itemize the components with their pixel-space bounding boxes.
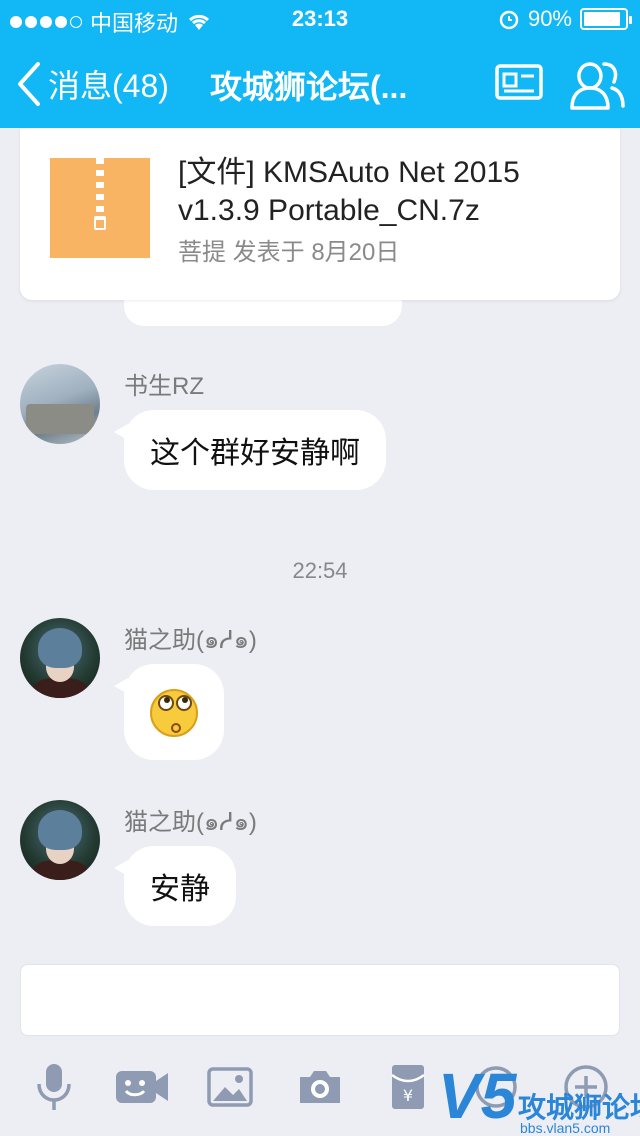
watermark-url: bbs.vlan5.com — [520, 1120, 611, 1136]
back-label: 消息(48) — [48, 68, 169, 104]
group-members-button[interactable] — [568, 56, 626, 117]
battery-icon — [580, 8, 632, 30]
chat-area[interactable]: [文件] KMSAuto Net 2015 v1.3.9 Portable_CN… — [0, 128, 640, 958]
avatar[interactable] — [20, 364, 100, 444]
status-right: 90% — [498, 6, 632, 32]
sender-name: 书生RZ — [124, 373, 204, 400]
group-members-icon — [570, 62, 625, 110]
chat-title: 攻城狮论坛(... — [210, 69, 408, 105]
image-icon — [207, 1067, 253, 1107]
message-input[interactable] — [20, 964, 620, 1036]
red-packet-icon: ¥ — [391, 1065, 425, 1109]
message-bubble[interactable] — [114, 664, 224, 760]
video-call-icon — [116, 1071, 168, 1103]
alarm-icon — [499, 10, 519, 30]
message-bubble[interactable]: 这个群好安静啊 — [114, 410, 386, 490]
status-bar: 中国移动 23:13 90% — [0, 0, 640, 40]
message-text: 这个群好安静啊 — [150, 437, 360, 470]
red-packet-button[interactable]: ¥ — [380, 1062, 436, 1112]
back-button[interactable]: 消息(48) — [16, 58, 169, 110]
message-timestamp: 22:54 — [292, 558, 348, 583]
forum-watermark: V5 攻城狮论坛 bbs.vlan5.com — [438, 1060, 640, 1136]
surprised-face-emoji — [150, 685, 198, 739]
camera-icon — [300, 1071, 340, 1103]
group-card-button[interactable] — [494, 60, 544, 109]
message-bubble[interactable]: 安静 — [114, 846, 236, 926]
avatar[interactable] — [20, 800, 100, 880]
file-message-card[interactable]: [文件] KMSAuto Net 2015 v1.3.9 Portable_CN… — [20, 128, 620, 300]
file-name: [文件] KMSAuto Net 2015 v1.3.9 Portable_CN… — [178, 156, 520, 227]
sender-name: 猫之助(๑ᓱ๑) — [124, 627, 257, 654]
avatar[interactable] — [20, 618, 100, 698]
file-meta: 菩提 发表于 8月20日 — [178, 239, 400, 266]
chevron-left-icon — [18, 62, 40, 106]
group-card-icon — [495, 64, 543, 100]
message-text: 安静 — [150, 873, 210, 906]
sender-name: 猫之助(๑ᓱ๑) — [124, 809, 257, 836]
video-call-button[interactable] — [114, 1062, 170, 1112]
image-button[interactable] — [202, 1062, 258, 1112]
svg-text:¥: ¥ — [403, 1086, 413, 1105]
camera-button[interactable] — [292, 1062, 348, 1112]
voice-button[interactable] — [26, 1062, 82, 1112]
battery-percent: 90% — [527, 6, 572, 31]
zip-file-icon — [50, 158, 150, 258]
nav-bar: 消息(48) 攻城狮论坛(... — [0, 40, 640, 128]
watermark-logo: V5 — [438, 1060, 517, 1132]
microphone-icon — [37, 1064, 71, 1110]
